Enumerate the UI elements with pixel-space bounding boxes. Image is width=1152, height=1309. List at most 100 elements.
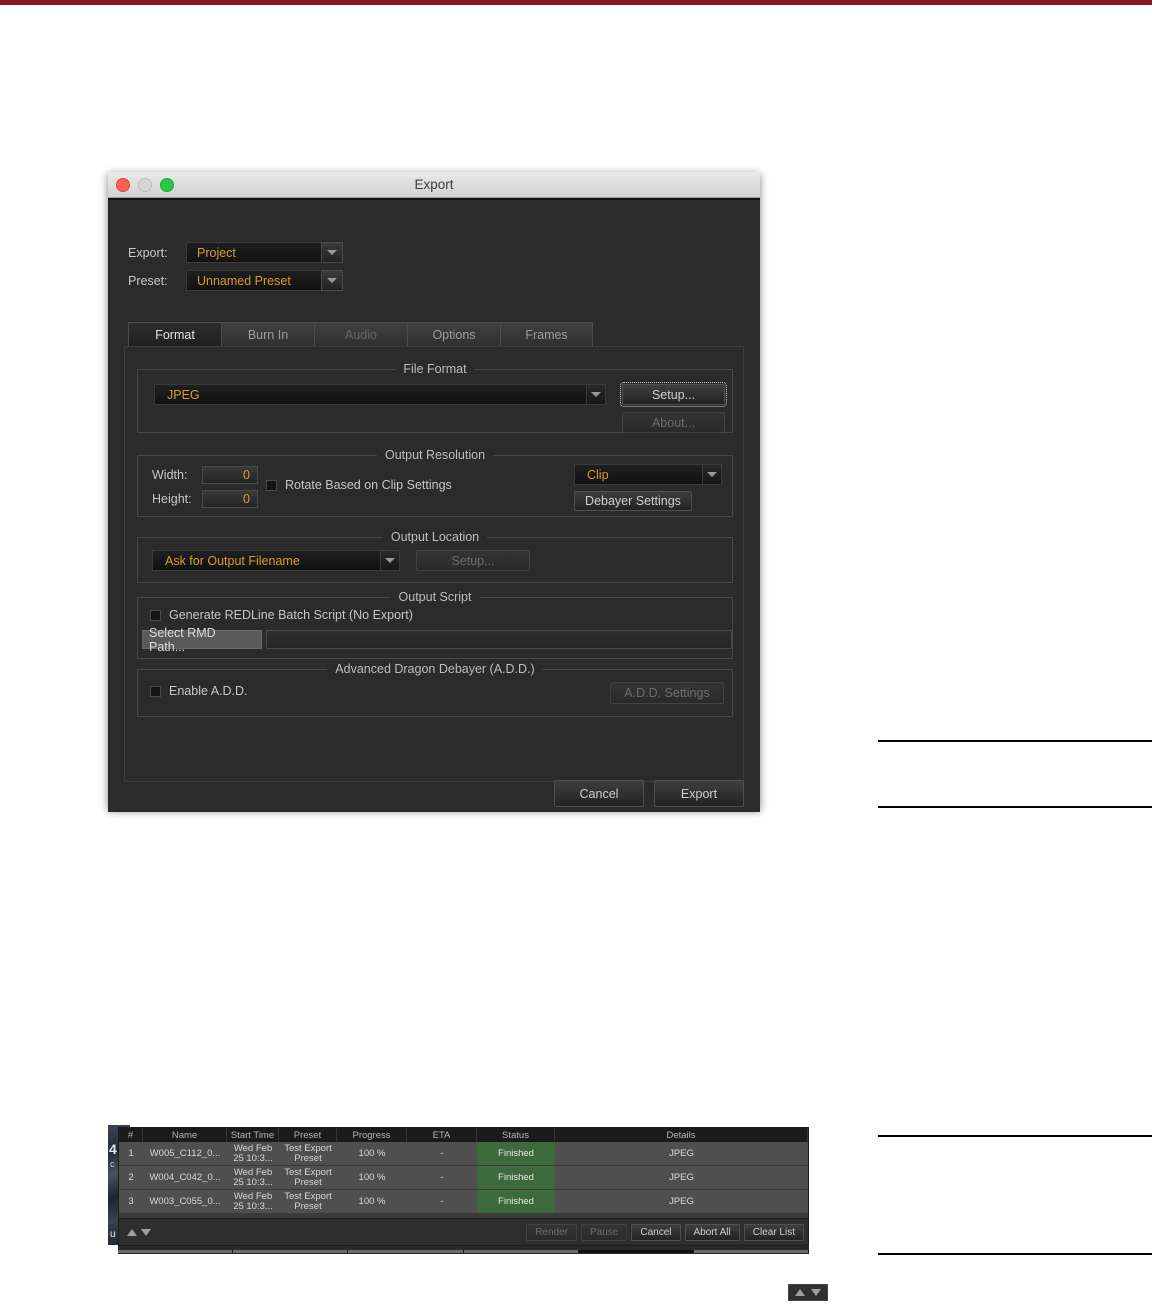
enable-add-label: Enable A.D.D.: [169, 684, 248, 698]
status-badge: Finished: [477, 1190, 555, 1213]
output-location-legend: Output Location: [382, 530, 488, 544]
table-row[interactable]: 3 W003_C055_0... Wed Feb 25 10:3... Test…: [119, 1190, 808, 1214]
tab-strip-item[interactable]: [693, 1250, 810, 1253]
render-queue-panel: # Name Start Time Preset Progress ETA St…: [118, 1127, 809, 1246]
file-format-setup-button[interactable]: Setup...: [620, 382, 727, 407]
dialog-body: Export: Project Preset: Unnamed Preset F…: [108, 198, 760, 812]
enable-add-checkbox[interactable]: [150, 685, 161, 697]
queue-render-button: Render: [526, 1223, 577, 1241]
output-script-group: Output Script Generate REDLine Batch Scr…: [137, 590, 733, 659]
cancel-button[interactable]: Cancel: [554, 780, 644, 807]
height-row: Height: 0: [152, 490, 258, 508]
tab-options[interactable]: Options: [407, 322, 500, 346]
tab-strip-item[interactable]: [118, 1250, 234, 1253]
tab-strip-item[interactable]: [233, 1250, 349, 1253]
row-start-time: Wed Feb 25 10:3...: [233, 1190, 273, 1212]
top-fields: Export: Project Preset: Unnamed Preset: [108, 200, 760, 291]
output-location-value: Ask for Output Filename: [152, 550, 380, 571]
queue-col-eta[interactable]: ETA: [407, 1128, 477, 1142]
move-down-icon[interactable]: [141, 1228, 151, 1236]
width-input[interactable]: 0: [202, 466, 258, 484]
tab-format[interactable]: Format: [128, 322, 221, 346]
close-button-icon[interactable]: [116, 177, 130, 192]
resolution-source-dropdown[interactable]: Clip: [574, 464, 722, 485]
queue-col-details[interactable]: Details: [555, 1128, 808, 1142]
minimize-button-icon[interactable]: [138, 177, 152, 192]
queue-cancel-button[interactable]: Cancel: [631, 1223, 681, 1241]
preset-row: Preset: Unnamed Preset: [128, 270, 760, 291]
table-row[interactable]: 1 W005_C112_0... Wed Feb 25 10:3... Test…: [119, 1142, 808, 1166]
queue-col-progress[interactable]: Progress: [337, 1128, 407, 1142]
select-rmd-path-button[interactable]: Select RMD Path...: [142, 626, 263, 654]
rmd-path-input[interactable]: [266, 630, 732, 649]
advanced-debayer-legend: Advanced Dragon Debayer (A.D.D.): [327, 662, 543, 676]
queue-clear-list-button[interactable]: Clear List: [743, 1223, 804, 1241]
queue-col-preset[interactable]: Preset: [279, 1128, 337, 1142]
page-divider-rule: [878, 806, 1152, 808]
export-dropdown[interactable]: Project: [186, 242, 343, 263]
preset-dropdown[interactable]: Unnamed Preset: [186, 270, 343, 291]
row-name: W003_C055_0...: [149, 1195, 221, 1207]
edge-overlay-letter-c: c: [110, 1159, 115, 1169]
generate-script-row[interactable]: Generate REDLine Batch Script (No Export…: [150, 608, 413, 622]
queue-col-status[interactable]: Status: [477, 1128, 555, 1142]
export-button[interactable]: Export: [654, 780, 744, 807]
chevron-down-icon[interactable]: [702, 464, 722, 485]
row-details: JPEG: [669, 1171, 694, 1183]
page-spinner-control[interactable]: [788, 1284, 828, 1301]
debayer-settings-button[interactable]: Debayer Settings: [574, 491, 692, 511]
tab-strip-item-selected[interactable]: [578, 1250, 694, 1253]
row-start-time: Wed Feb 25 10:3...: [233, 1142, 273, 1164]
chevron-down-icon[interactable]: [321, 270, 343, 291]
spinner-up-icon[interactable]: [795, 1289, 805, 1296]
tab-burn-in[interactable]: Burn In: [221, 322, 314, 346]
queue-reorder-controls: [127, 1228, 151, 1236]
dialog-titlebar[interactable]: Export: [108, 172, 760, 198]
chevron-down-icon[interactable]: [321, 242, 343, 263]
height-input[interactable]: 0: [202, 490, 258, 508]
rotate-checkbox-row[interactable]: Rotate Based on Clip Settings: [266, 478, 452, 492]
width-label: Width:: [152, 468, 188, 482]
preset-label: Preset:: [128, 273, 168, 288]
chevron-down-icon[interactable]: [380, 550, 400, 571]
resolution-source-value: Clip: [574, 464, 702, 485]
tab-strip-item[interactable]: [463, 1250, 579, 1253]
chevron-down-icon[interactable]: [586, 384, 606, 405]
export-dropdown-value: Project: [186, 242, 321, 263]
queue-pause-button: Pause: [581, 1223, 628, 1241]
rotate-label: Rotate Based on Clip Settings: [285, 478, 452, 492]
enable-add-row[interactable]: Enable A.D.D.: [150, 684, 248, 698]
edge-overlay-letter-u: u: [110, 1229, 116, 1240]
output-location-dropdown[interactable]: Ask for Output Filename: [152, 550, 400, 571]
rotate-checkbox[interactable]: [266, 479, 277, 491]
spinner-down-icon[interactable]: [811, 1289, 821, 1296]
width-row: Width: 0: [152, 466, 258, 484]
queue-col-name[interactable]: Name: [143, 1128, 227, 1142]
file-format-value: JPEG: [154, 384, 586, 405]
tab-frames[interactable]: Frames: [500, 322, 593, 346]
row-details: JPEG: [669, 1195, 694, 1207]
row-number: 3: [128, 1195, 134, 1207]
advanced-debayer-group: Advanced Dragon Debayer (A.D.D.) Enable …: [137, 662, 733, 717]
file-format-legend: File Format: [395, 362, 475, 376]
output-script-legend: Output Script: [390, 590, 480, 604]
export-dialog: Export Export: Project Preset: Unnamed P…: [108, 172, 760, 812]
file-format-dropdown[interactable]: JPEG: [154, 384, 606, 405]
queue-abort-all-button[interactable]: Abort All: [684, 1223, 740, 1241]
export-label: Export:: [128, 245, 168, 260]
row-start-time: Wed Feb 25 10:3...: [233, 1166, 273, 1188]
table-row[interactable]: 2 W004_C042_0... Wed Feb 25 10:3... Test…: [119, 1166, 808, 1190]
output-resolution-legend: Output Resolution: [376, 448, 494, 462]
queue-col-start-time[interactable]: Start Time: [227, 1128, 279, 1142]
rmd-path-row: Select RMD Path...: [142, 626, 732, 654]
queue-col-number[interactable]: #: [119, 1128, 143, 1142]
row-name: W005_C112_0...: [149, 1147, 221, 1159]
edge-overlay-number: 4: [109, 1141, 117, 1157]
row-preset: Test Export Preset: [284, 1190, 332, 1212]
move-up-icon[interactable]: [127, 1228, 137, 1236]
zoom-button-icon[interactable]: [160, 177, 174, 192]
row-preset: Test Export Preset: [284, 1166, 332, 1188]
generate-script-checkbox[interactable]: [150, 609, 161, 621]
tab-strip-item[interactable]: [348, 1250, 464, 1253]
output-resolution-group: Output Resolution Width: 0 Height: 0 Rot…: [137, 448, 733, 517]
